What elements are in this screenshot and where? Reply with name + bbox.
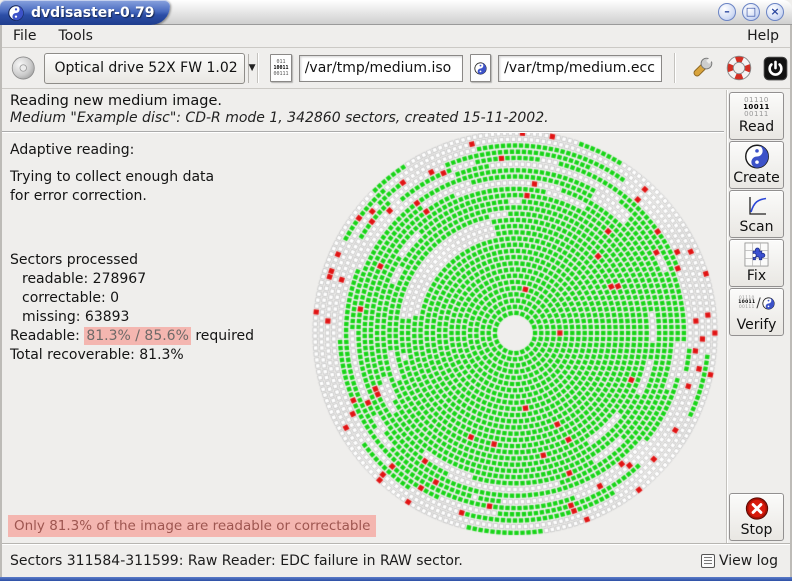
sidebar-separator: [726, 90, 727, 543]
readability-warning: Only 81.3% of the image are readable or …: [8, 515, 377, 537]
menubar: File Tools Help: [2, 25, 790, 48]
view-log-label: View log: [718, 552, 778, 569]
reading-info-panel: Adaptive reading: Trying to collect enou…: [10, 142, 295, 365]
sectors-readable: readable: 278967: [22, 271, 147, 287]
sectors-missing: missing: 63893: [22, 309, 130, 325]
lifering-icon: [726, 55, 752, 81]
status-header: Reading new medium image. Medium "Exampl…: [2, 90, 724, 132]
verify-button-label: Verify: [736, 316, 777, 333]
action-sidebar: 01110 10011 00111 Read Create Scan Fix 0…: [729, 92, 784, 336]
menu-file[interactable]: File: [2, 26, 47, 46]
minimize-button[interactable]: –: [718, 3, 736, 21]
fix-button[interactable]: Fix: [729, 239, 784, 287]
verify-icon: 01110 10011 00111 ∕: [738, 292, 775, 316]
cd-drive-icon: [11, 56, 35, 80]
disc-sector-spiral: [295, 133, 725, 540]
create-yinyang-icon: [744, 144, 769, 169]
status-line2: Medium "Example disc": CD-R mode 1, 3428…: [10, 110, 549, 126]
verify-button[interactable]: 01110 10011 00111 ∕ Verify: [729, 288, 784, 336]
log-list-icon: [700, 553, 715, 568]
stop-button-label: Stop: [740, 522, 773, 538]
stop-button[interactable]: Stop: [729, 493, 784, 541]
dvdisaster-window: dvdisaster-0.79 – □ × File Tools Help Op…: [0, 0, 792, 581]
image-file-icon: 011 10011 00111: [270, 54, 292, 82]
wrench-icon: [693, 56, 714, 77]
preferences-button[interactable]: [687, 53, 717, 83]
view-log-button[interactable]: View log: [697, 551, 782, 571]
sectors-processed-title: Sectors processed: [10, 252, 139, 268]
help-lifering-button[interactable]: [724, 53, 754, 83]
read-button[interactable]: 01110 10011 00111 Read: [729, 92, 784, 140]
ecc-yinyang-icon: [474, 61, 487, 75]
image-file-input[interactable]: [298, 54, 463, 82]
adaptive-reading-title: Adaptive reading:: [10, 142, 135, 158]
scan-curve-icon: [748, 196, 766, 215]
stop-icon: [745, 497, 768, 520]
verify-yinyang-icon: [762, 297, 775, 310]
maximize-button[interactable]: □: [742, 3, 760, 21]
total-recoverable-line: Total recoverable: 81.3%: [10, 347, 184, 363]
readable-percentage-line: Readable: 81.3% / 85.6% required: [10, 327, 255, 345]
drive-selector-value: Optical drive 52X FW 1.02: [54, 60, 238, 76]
titlebar-tab[interactable]: dvdisaster-0.79: [0, 0, 170, 25]
window-title: dvdisaster-0.79: [31, 4, 155, 21]
toolbar-separator: [674, 53, 676, 83]
chevron-down-icon: ▼: [248, 63, 256, 73]
ecc-file-input[interactable]: [498, 54, 663, 82]
titlebar[interactable]: dvdisaster-0.79 – □ ×: [0, 0, 792, 25]
status-line1: Reading new medium image.: [10, 93, 223, 109]
ecc-file-icon: [469, 54, 492, 82]
slash-glyph: ∕: [756, 296, 761, 311]
read-button-label: Read: [738, 119, 775, 135]
quit-button[interactable]: [761, 54, 790, 83]
puzzle-icon: [744, 242, 769, 267]
dropdown-arrow-box[interactable]: ▼: [247, 53, 256, 83]
image-icon-digits-3: 00111: [273, 71, 289, 77]
statusbar-message: Sectors 311584-311599: Raw Reader: EDC f…: [10, 552, 463, 569]
app-yinyang-icon: [8, 4, 24, 21]
create-button-label: Create: [733, 170, 780, 186]
menu-help[interactable]: Help: [736, 26, 790, 46]
drive-selector-dropdown[interactable]: Optical drive 52X FW 1.02 ▼: [43, 52, 256, 84]
scan-button-label: Scan: [739, 218, 774, 235]
scan-button[interactable]: Scan: [729, 190, 784, 238]
close-button[interactable]: ×: [766, 3, 784, 21]
power-icon: [763, 56, 788, 80]
window-border-bottom: [0, 577, 792, 581]
readable-percentage-highlight: 81.3% / 85.6%: [84, 327, 191, 345]
create-button[interactable]: Create: [729, 141, 784, 189]
sectors-correctable: correctable: 0: [22, 290, 120, 306]
menu-tools[interactable]: Tools: [47, 26, 104, 46]
statusbar: Sectors 311584-311599: Raw Reader: EDC f…: [2, 543, 790, 577]
read-binary-icon: 01110 10011 00111: [743, 96, 770, 118]
toolbar-separator: [257, 53, 259, 83]
toolbar: Optical drive 52X FW 1.02 ▼ 011 10011 00…: [2, 48, 790, 89]
adaptive-reading-desc: Trying to collect enough data for error …: [10, 169, 215, 204]
fix-button-label: Fix: [746, 268, 767, 284]
